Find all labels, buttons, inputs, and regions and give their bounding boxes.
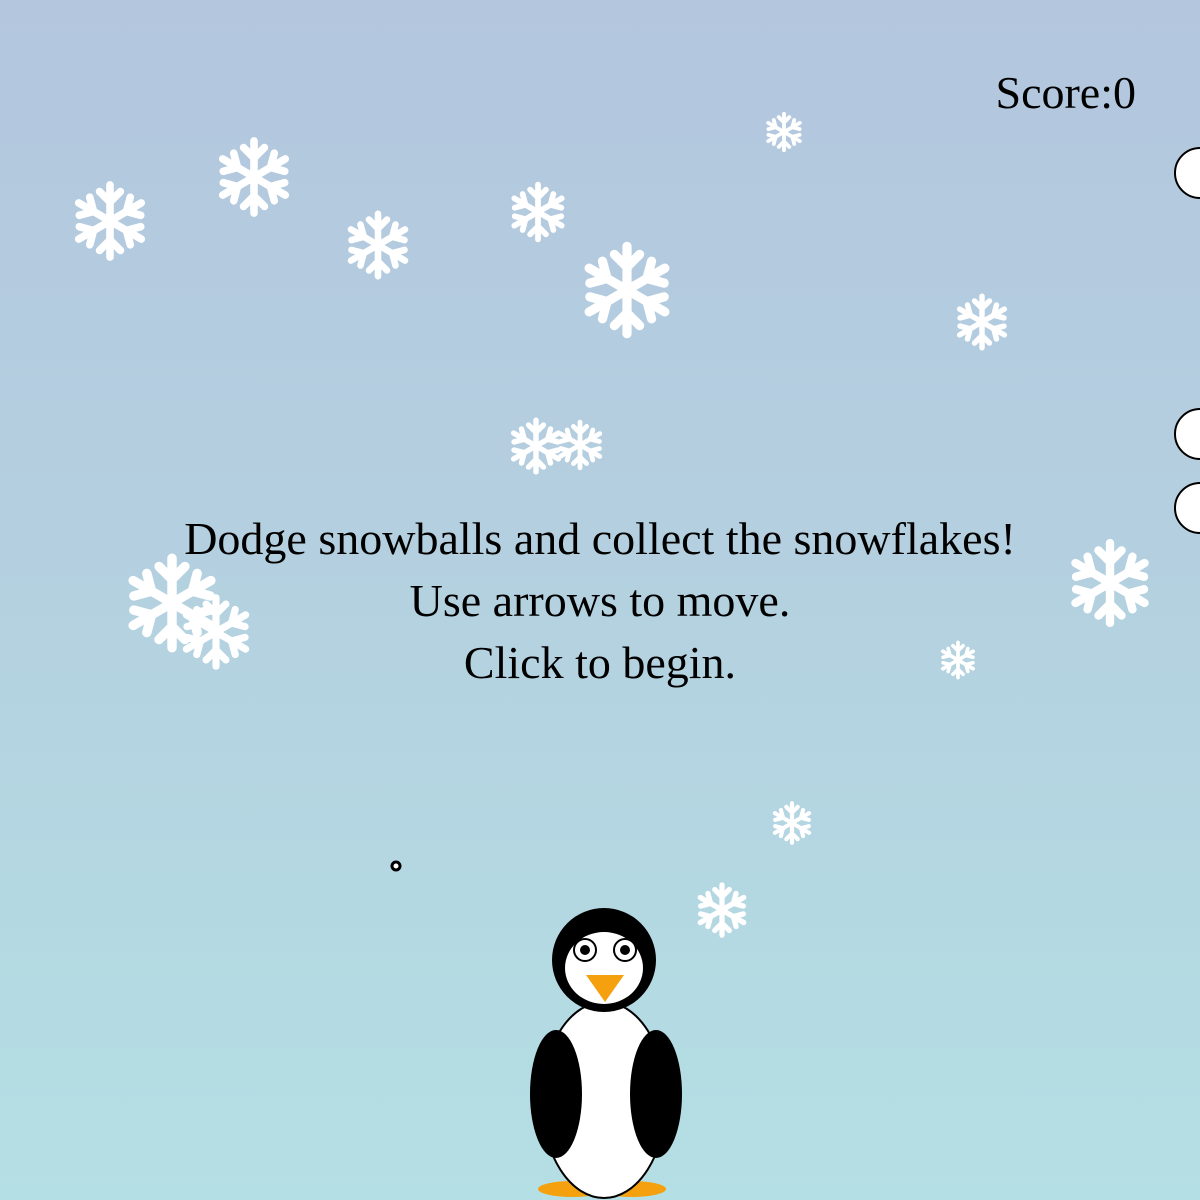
snowflake-icon xyxy=(510,185,565,240)
snowflake-icon xyxy=(772,803,812,843)
penguin-icon xyxy=(530,908,682,1199)
snowflake-icon xyxy=(763,111,805,153)
game-canvas[interactable]: Score:0 Dodge snowballs and collect the … xyxy=(0,0,1200,1200)
snowflake-icon xyxy=(697,885,748,935)
snowball-icon xyxy=(390,860,402,872)
instruction-line-goal: Dodge snowballs and collect the snowflak… xyxy=(184,513,1016,564)
snowflake-icon xyxy=(956,296,1008,348)
score-display: Score:0 xyxy=(995,70,1136,116)
snowflake-icon xyxy=(510,420,562,472)
instruction-line-start[interactable]: Click to begin. xyxy=(0,632,1200,694)
snowflake-icon xyxy=(557,422,603,468)
instruction-line-controls: Use arrows to move. xyxy=(409,575,791,626)
score-label: Score: xyxy=(995,67,1113,118)
snowflake-icon xyxy=(583,246,671,333)
score-value: 0 xyxy=(1113,67,1136,118)
snowflake-icon xyxy=(74,185,147,257)
snowflake-icon xyxy=(347,214,410,276)
snowflake-icon xyxy=(218,141,291,213)
snowball-icon xyxy=(1174,147,1200,199)
instructions-overlay[interactable]: Dodge snowballs and collect the snowflak… xyxy=(0,508,1200,694)
snowball-icon xyxy=(1174,408,1200,460)
